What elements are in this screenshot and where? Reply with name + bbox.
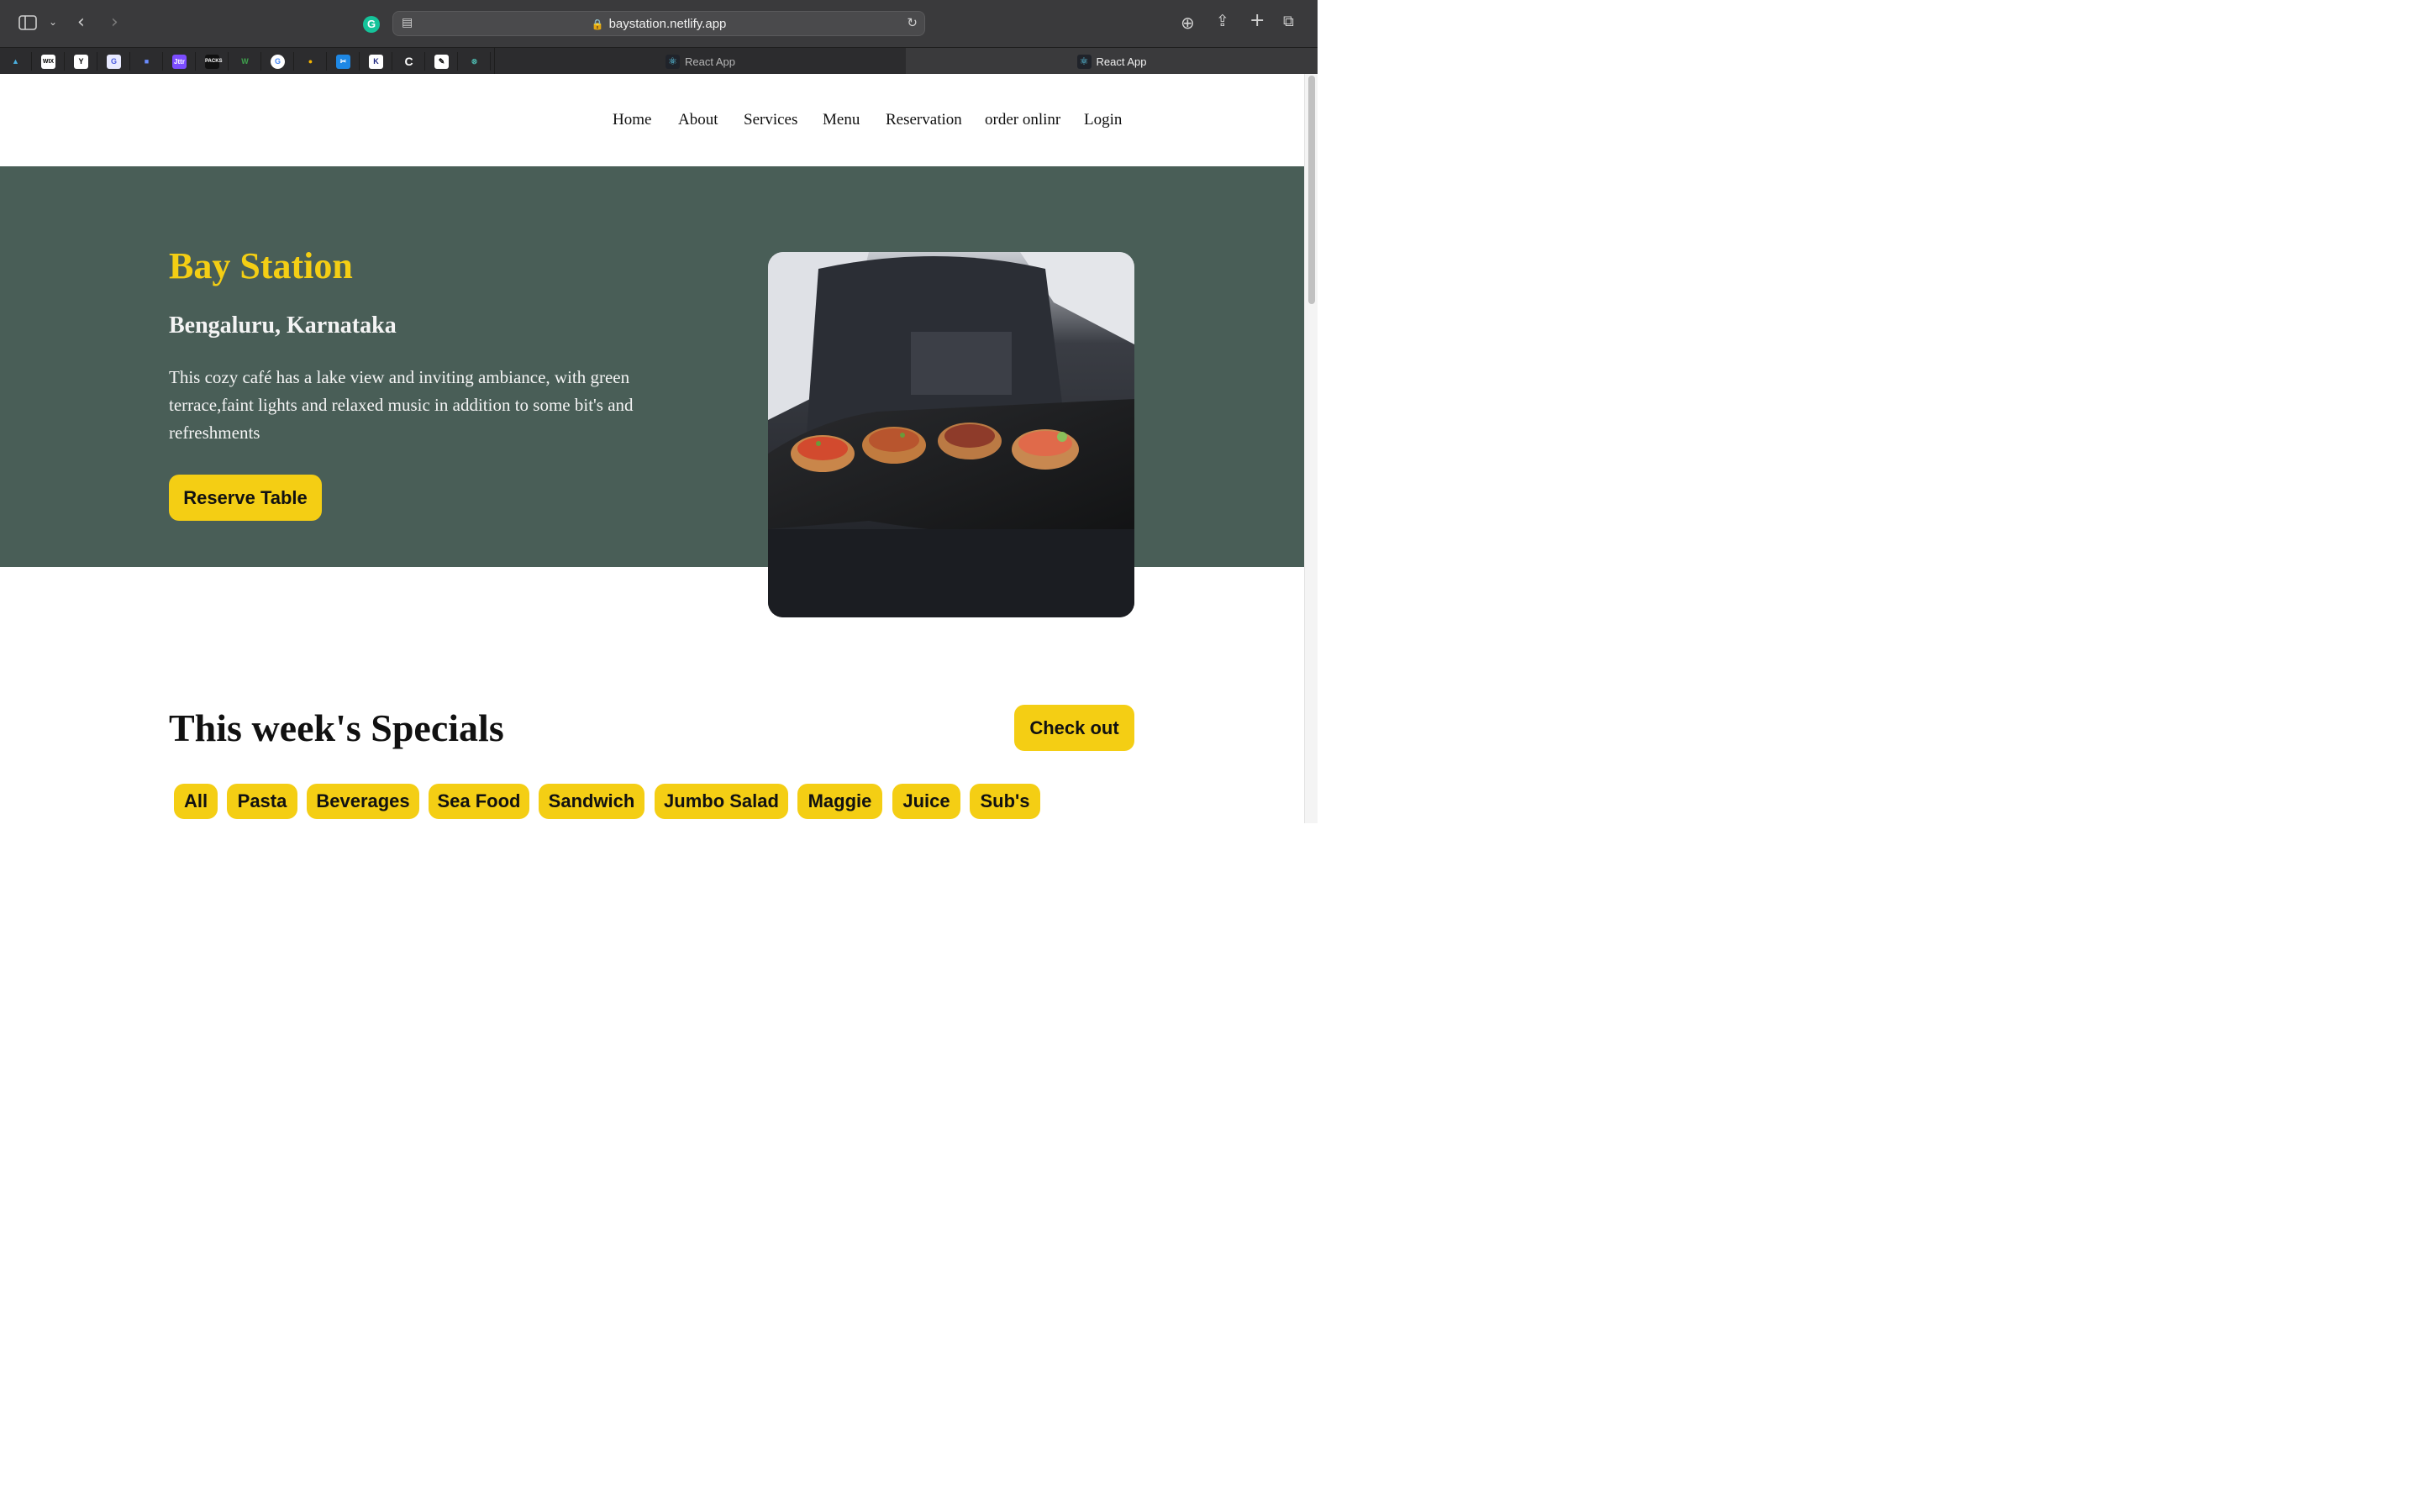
page-scrollbar[interactable] <box>1304 74 1318 823</box>
favorite-google[interactable]: G <box>262 52 294 71</box>
hero-description: This cozy café has a lake view and invit… <box>169 367 634 443</box>
nav-home[interactable]: Home <box>613 111 651 129</box>
category-beverages[interactable]: Beverages <box>307 784 419 819</box>
favorite-12[interactable]: K <box>360 52 392 71</box>
favorite-15[interactable]: ⊗ <box>459 52 491 71</box>
back-arrow-icon[interactable]: ‹ <box>77 13 85 32</box>
reserve-table-button[interactable]: Reserve Table <box>169 475 322 521</box>
category-maggie[interactable]: Maggie <box>797 784 882 819</box>
check-out-button[interactable]: Check out <box>1014 705 1134 751</box>
favorite-1[interactable]: ▲ <box>0 52 32 71</box>
tab-react-app-1[interactable]: ⚛ React App <box>494 48 906 75</box>
favorite-7[interactable]: PACKS <box>197 52 229 71</box>
url-text: baystation.netlify.app <box>608 17 727 31</box>
react-icon: ⚛ <box>666 54 680 69</box>
chevron-down-icon[interactable]: ⌄ <box>49 17 57 27</box>
forward-arrow-icon[interactable]: › <box>111 13 118 32</box>
lock-icon: 🔒 <box>591 18 604 30</box>
share-icon[interactable]: ⇪ <box>1216 13 1229 29</box>
category-juice[interactable]: Juice <box>892 784 960 819</box>
nav-services[interactable]: Services <box>744 111 797 129</box>
favorite-14[interactable]: ✎ <box>426 52 458 71</box>
main-nav: Home About Services Menu Reservation ord… <box>0 74 1304 166</box>
specials-title: This week's Specials <box>169 706 504 749</box>
favorite-11[interactable]: ✂ <box>328 52 360 71</box>
hero-title: Bay Station <box>169 245 353 286</box>
category-jumbo-salad[interactable]: Jumbo Salad <box>655 784 788 819</box>
category-pasta[interactable]: Pasta <box>227 784 297 819</box>
page-content: Home About Services Menu Reservation ord… <box>0 74 1304 823</box>
nav-reservation[interactable]: Reservation <box>886 111 962 129</box>
favorite-8[interactable]: W <box>229 52 261 71</box>
nav-menu[interactable]: Menu <box>823 111 860 129</box>
favorite-5[interactable]: ■ <box>131 52 163 71</box>
address-bar[interactable]: ▤ 🔒 baystation.netlify.app ↻ <box>392 11 925 36</box>
favorite-4[interactable]: G <box>98 52 130 71</box>
tab-title: React App <box>685 55 735 68</box>
favorite-wix[interactable]: WIX <box>33 52 65 71</box>
reload-icon[interactable]: ↻ <box>907 17 918 29</box>
hero-location: Bengaluru, Karnataka <box>169 312 397 339</box>
hero-food-image <box>768 252 1134 617</box>
favorite-jttr[interactable]: Jttr <box>164 52 196 71</box>
grammarly-extension-icon[interactable]: G <box>363 16 380 33</box>
tab-title: React App <box>1096 55 1147 68</box>
favorite-13[interactable]: C <box>393 52 425 71</box>
react-icon: ⚛ <box>1076 54 1092 69</box>
download-icon[interactable]: ⊕ <box>1181 14 1195 31</box>
sidebar-toggle-icon[interactable] <box>18 15 37 34</box>
tab-react-app-2[interactable]: ⚛ React App <box>906 48 1318 75</box>
category-sea-food[interactable]: Sea Food <box>429 784 529 819</box>
category-subs[interactable]: Sub's <box>970 784 1040 819</box>
favorite-10[interactable]: ● <box>295 52 327 71</box>
nav-order-online[interactable]: order onlinr <box>985 111 1060 129</box>
category-sandwich[interactable]: Sandwich <box>539 784 644 819</box>
new-tab-icon[interactable]: + <box>1249 12 1265 30</box>
tab-bar: ▲ WIX Y G ■ Jttr PACKS W G ● ✂ K C ✎ ⊗ ⚛… <box>0 47 1318 75</box>
tab-overview-icon[interactable]: ⧉ <box>1283 14 1294 29</box>
browser-chrome: ⌄ ‹ › G ▤ 🔒 baystation.netlify.app ↻ ⊕ ⇪ … <box>0 0 1318 75</box>
nav-login[interactable]: Login <box>1084 111 1122 129</box>
favorite-3[interactable]: Y <box>66 52 97 71</box>
category-all[interactable]: All <box>174 784 218 819</box>
browser-toolbar: ⌄ ‹ › G ▤ 🔒 baystation.netlify.app ↻ ⊕ ⇪ … <box>0 0 1318 47</box>
scrollbar-thumb[interactable] <box>1308 76 1315 304</box>
nav-about[interactable]: About <box>678 111 718 129</box>
